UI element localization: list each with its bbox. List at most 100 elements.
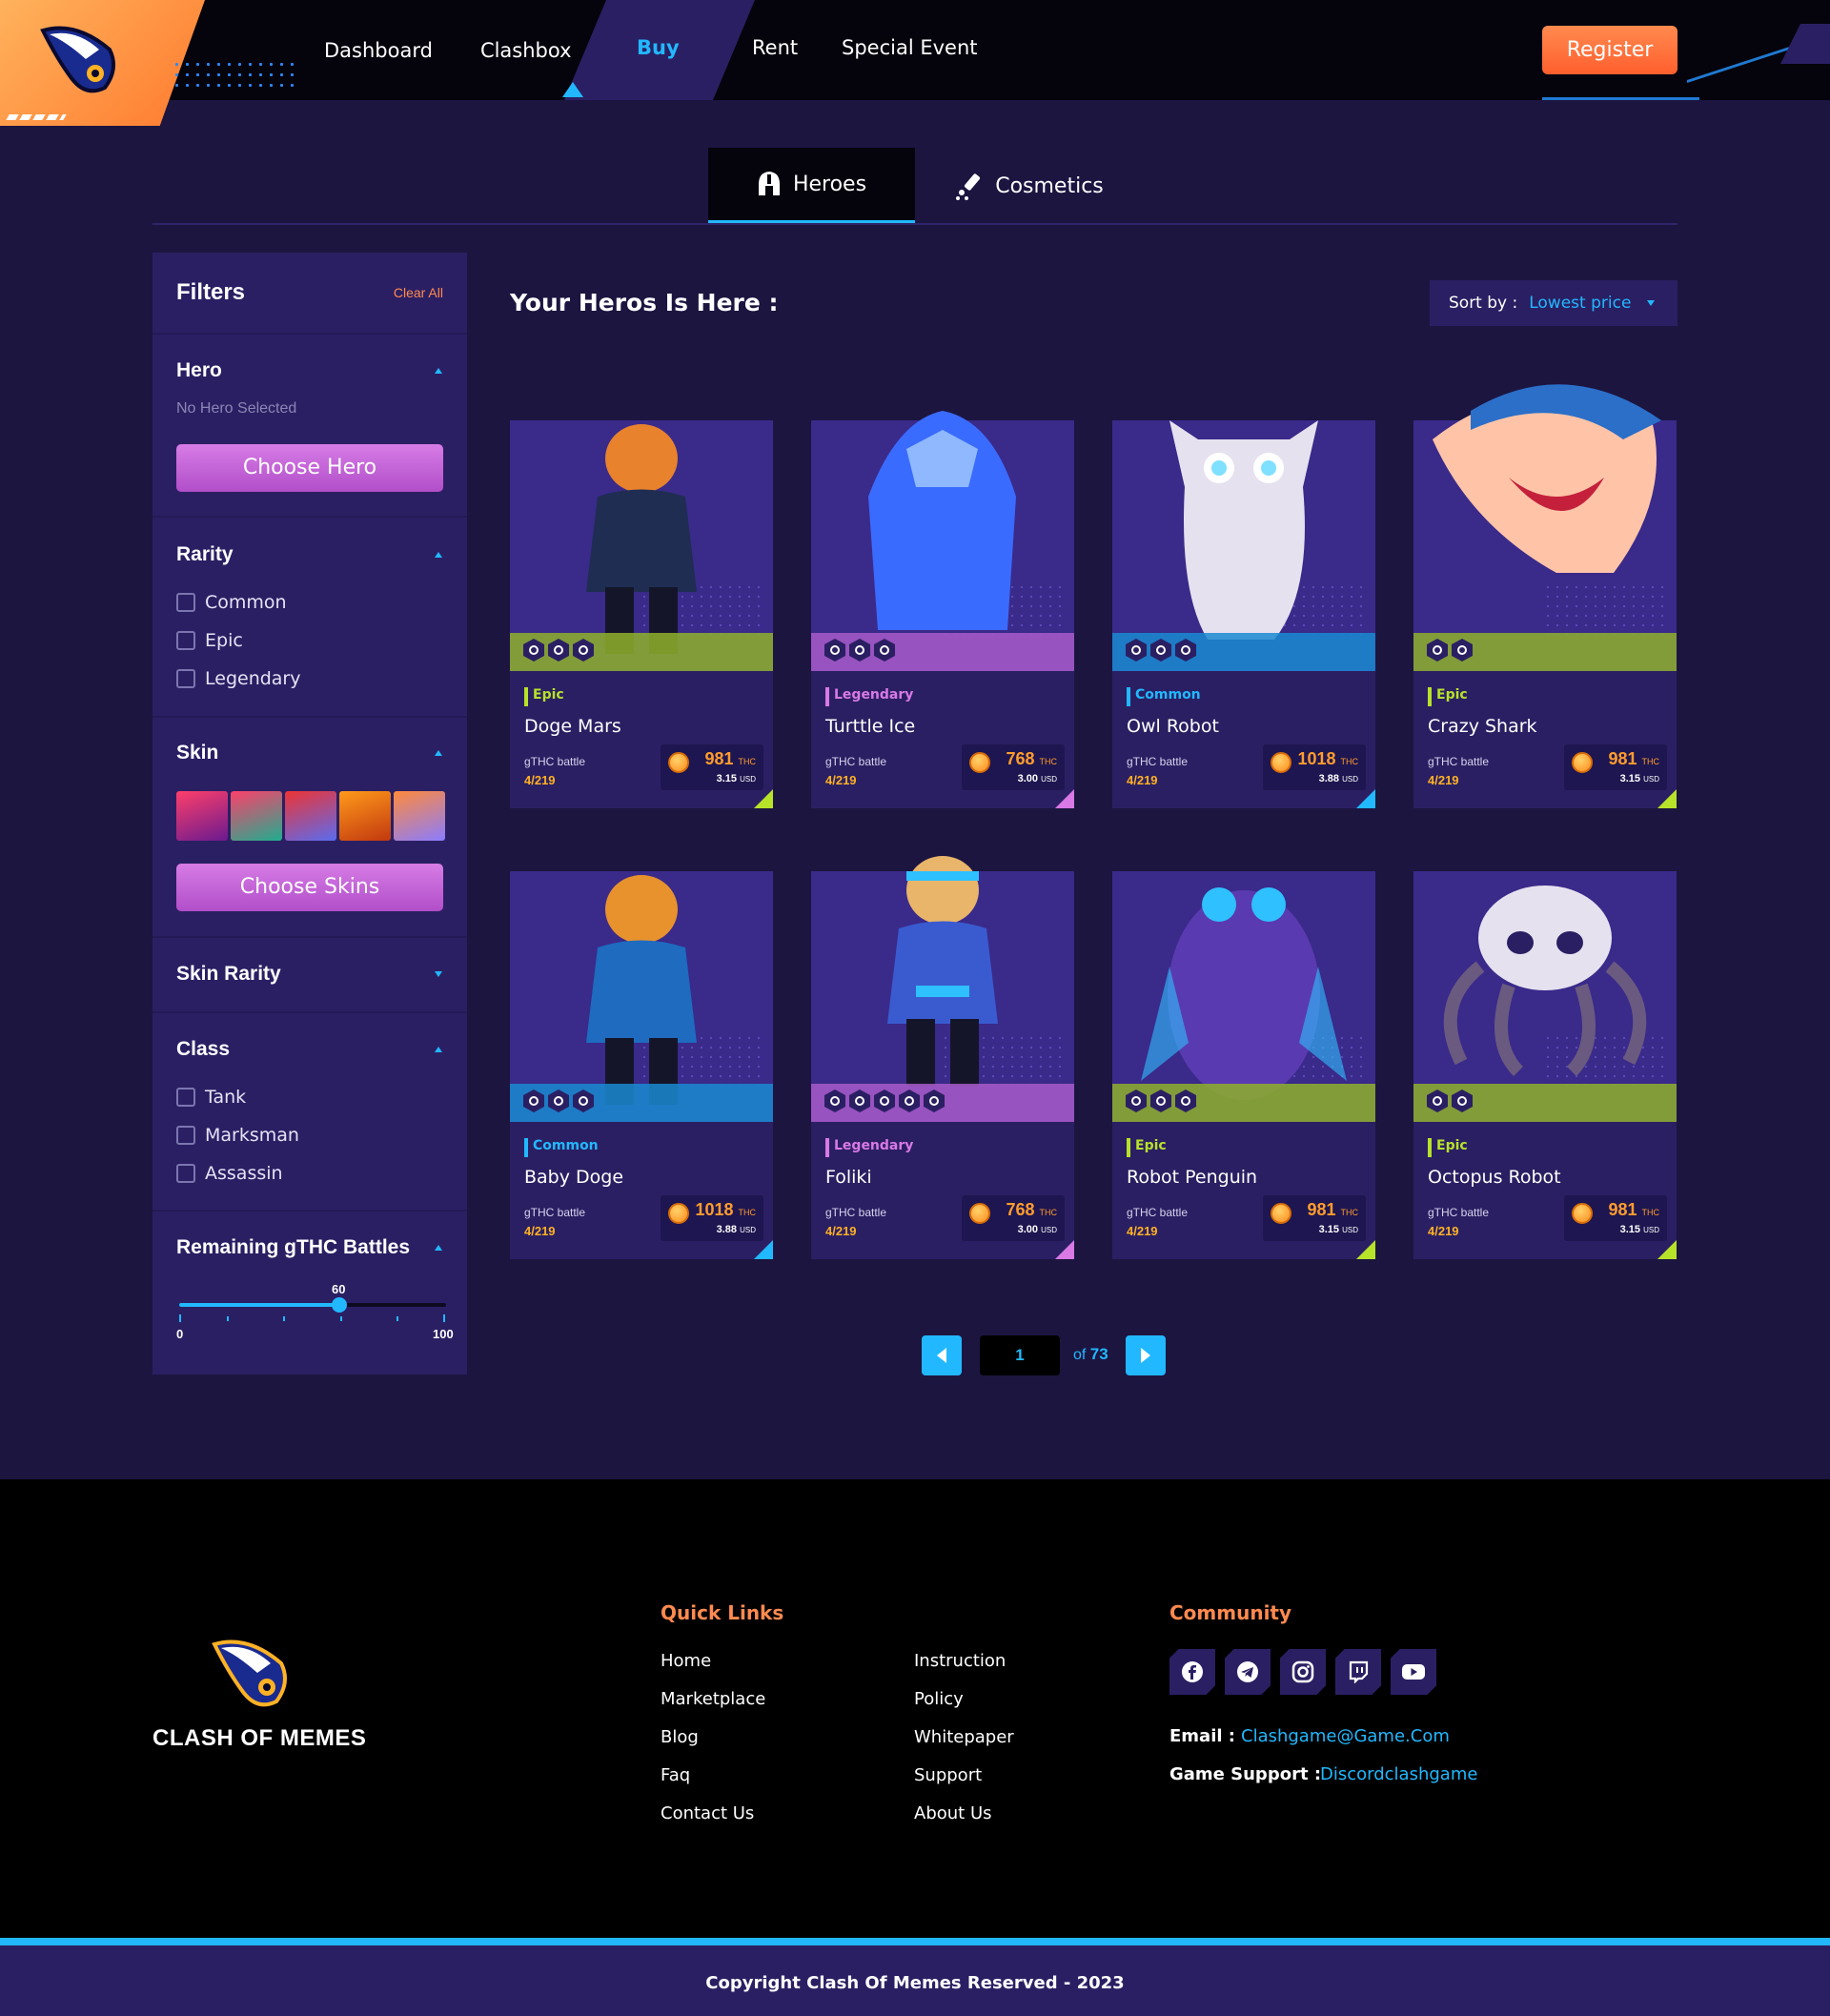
telegram-icon[interactable] bbox=[1225, 1649, 1271, 1695]
hero-card[interactable]: Legendary Foliki gTHC battle 4/219 768 T… bbox=[811, 856, 1074, 1259]
nav-clashbox[interactable]: Clashbox bbox=[480, 39, 572, 62]
hero-card[interactable]: Common Baby Doge gTHC battle 4/219 1018 … bbox=[510, 871, 773, 1259]
price-thc: 1018 THC bbox=[695, 1200, 756, 1220]
hero-card[interactable]: Epic Octopus Robot gTHC battle 4/219 981… bbox=[1413, 871, 1677, 1259]
skin-thumbnail[interactable] bbox=[285, 791, 336, 841]
hero-name: Foliki bbox=[825, 1167, 872, 1188]
skin-thumbnail[interactable] bbox=[231, 791, 282, 841]
chevron-up-icon[interactable] bbox=[435, 368, 442, 374]
footer-link[interactable]: Policy bbox=[914, 1689, 964, 1709]
price-thc-unit: THC bbox=[1340, 1208, 1359, 1217]
rarity-tag: Epic bbox=[1428, 1138, 1468, 1157]
class-checkbox-assassin[interactable]: Assassin bbox=[176, 1163, 283, 1184]
hero-card[interactable]: Legendary Turttle Ice gTHC battle 4/219 … bbox=[811, 411, 1074, 808]
price-usd-value: 3.15 bbox=[1318, 1224, 1340, 1235]
price-usd-value: 3.00 bbox=[1017, 1224, 1039, 1235]
tab-heroes[interactable]: Heroes bbox=[708, 148, 915, 224]
rarity-bar bbox=[1428, 687, 1432, 706]
battles-slider[interactable] bbox=[179, 1297, 446, 1313]
coin-icon bbox=[1572, 1203, 1593, 1224]
nav-rent[interactable]: Rent bbox=[752, 36, 798, 59]
prev-page-button[interactable] bbox=[922, 1335, 962, 1375]
footer-link[interactable]: Whitepaper bbox=[914, 1727, 1014, 1747]
register-button[interactable]: Register bbox=[1542, 26, 1678, 74]
price-usd-unit: USD bbox=[1342, 1226, 1358, 1234]
slider-handle[interactable] bbox=[332, 1297, 347, 1313]
next-page-button[interactable] bbox=[1126, 1335, 1166, 1375]
price-box: 768 THC 3.00 USD bbox=[962, 1195, 1065, 1241]
coin-icon bbox=[969, 1203, 990, 1224]
slider-tick bbox=[283, 1316, 285, 1321]
price-box: 981 THC 3.15 USD bbox=[661, 744, 763, 790]
clear-all-link[interactable]: Clear All bbox=[394, 285, 443, 300]
rarity-checkbox-legendary[interactable]: Legendary bbox=[176, 668, 301, 689]
footer-link[interactable]: Marketplace bbox=[661, 1689, 765, 1709]
coin-icon bbox=[1271, 752, 1291, 773]
logo-stripes bbox=[6, 114, 67, 120]
support-label: Game Support : bbox=[1169, 1764, 1322, 1784]
class-badges bbox=[824, 1089, 948, 1112]
page-input[interactable]: 1 bbox=[980, 1335, 1060, 1375]
chevron-up-icon[interactable] bbox=[435, 552, 442, 558]
rarity-label: Common bbox=[1135, 687, 1201, 703]
footer-logo-icon[interactable] bbox=[210, 1635, 295, 1711]
nav-special-event[interactable]: Special Event bbox=[842, 36, 978, 59]
class-badge-icon bbox=[874, 1089, 895, 1112]
class-badge-icon bbox=[573, 639, 594, 662]
sort-dropdown[interactable]: Sort by : Lowest price bbox=[1430, 280, 1678, 326]
logo-icon[interactable] bbox=[38, 21, 124, 97]
rarity-bar bbox=[825, 1138, 829, 1157]
price-usd-unit: USD bbox=[1041, 1226, 1057, 1234]
chevron-up-icon[interactable] bbox=[435, 1047, 442, 1052]
chevron-up-icon[interactable] bbox=[435, 750, 442, 756]
nav-dashboard[interactable]: Dashboard bbox=[324, 39, 433, 62]
hero-card[interactable]: Epic Doge Mars gTHC battle 4/219 981 THC… bbox=[510, 420, 773, 808]
checkbox[interactable] bbox=[176, 1164, 195, 1183]
price-box: 1018 THC 3.88 USD bbox=[1263, 744, 1366, 790]
rarity-checkbox-common[interactable]: Common bbox=[176, 592, 287, 613]
checkbox[interactable] bbox=[176, 669, 195, 688]
support-link[interactable]: Discordclashgame bbox=[1320, 1764, 1477, 1784]
hero-figure bbox=[868, 411, 1016, 630]
price-thc: 981 THC bbox=[1608, 1200, 1659, 1220]
hero-card[interactable]: Common Owl Robot gTHC battle 4/219 1018 … bbox=[1112, 420, 1375, 808]
checkbox[interactable] bbox=[176, 1126, 195, 1145]
skin-thumbnail[interactable] bbox=[176, 791, 228, 841]
email-link[interactable]: Clashgame@Game.Com bbox=[1241, 1726, 1450, 1746]
checkbox[interactable] bbox=[176, 1088, 195, 1107]
class-badges bbox=[523, 1089, 598, 1112]
instagram-icon[interactable] bbox=[1280, 1649, 1326, 1695]
facebook-icon[interactable] bbox=[1169, 1649, 1215, 1695]
footer-link[interactable]: Instruction bbox=[914, 1651, 1006, 1671]
hero-card[interactable]: Epic Crazy Shark gTHC battle 4/219 981 T… bbox=[1413, 384, 1677, 808]
nav-buy[interactable]: Buy bbox=[637, 36, 680, 59]
checkbox[interactable] bbox=[176, 631, 195, 650]
class-checkbox-tank[interactable]: Tank bbox=[176, 1087, 246, 1108]
chevron-down-icon[interactable] bbox=[435, 971, 442, 977]
skin-thumbnail[interactable] bbox=[339, 791, 391, 841]
slider-tick bbox=[340, 1316, 342, 1321]
twitch-icon[interactable] bbox=[1335, 1649, 1381, 1695]
checkbox[interactable] bbox=[176, 593, 195, 612]
footer-link[interactable]: Contact Us bbox=[661, 1803, 754, 1823]
youtube-icon[interactable] bbox=[1391, 1649, 1436, 1695]
skin-thumbnail[interactable] bbox=[394, 791, 445, 841]
class-checkbox-marksman[interactable]: Marksman bbox=[176, 1125, 299, 1146]
class-filter-title: Class bbox=[176, 1038, 231, 1060]
footer-link[interactable]: Blog bbox=[661, 1727, 699, 1747]
card-corner-accent bbox=[1356, 1240, 1375, 1259]
footer-link[interactable]: Support bbox=[914, 1765, 982, 1785]
rarity-checkbox-epic[interactable]: Epic bbox=[176, 630, 243, 651]
footer-link[interactable]: Faq bbox=[661, 1765, 690, 1785]
battle-label: gTHC battle bbox=[825, 755, 887, 768]
footer-link[interactable]: About Us bbox=[914, 1803, 992, 1823]
chevron-up-icon[interactable] bbox=[435, 1245, 442, 1251]
nav-active-indicator bbox=[562, 82, 583, 97]
price-usd-value: 3.15 bbox=[1619, 1224, 1641, 1235]
choose-hero-button[interactable]: Choose Hero bbox=[176, 444, 443, 492]
tab-cosmetics[interactable]: Cosmetics bbox=[944, 148, 1115, 224]
hero-card[interactable]: Epic Robot Penguin gTHC battle 4/219 981… bbox=[1112, 871, 1375, 1259]
footer-link[interactable]: Home bbox=[661, 1651, 711, 1671]
choose-skins-button[interactable]: Choose Skins bbox=[176, 864, 443, 911]
battle-count: 4/219 bbox=[524, 773, 556, 787]
